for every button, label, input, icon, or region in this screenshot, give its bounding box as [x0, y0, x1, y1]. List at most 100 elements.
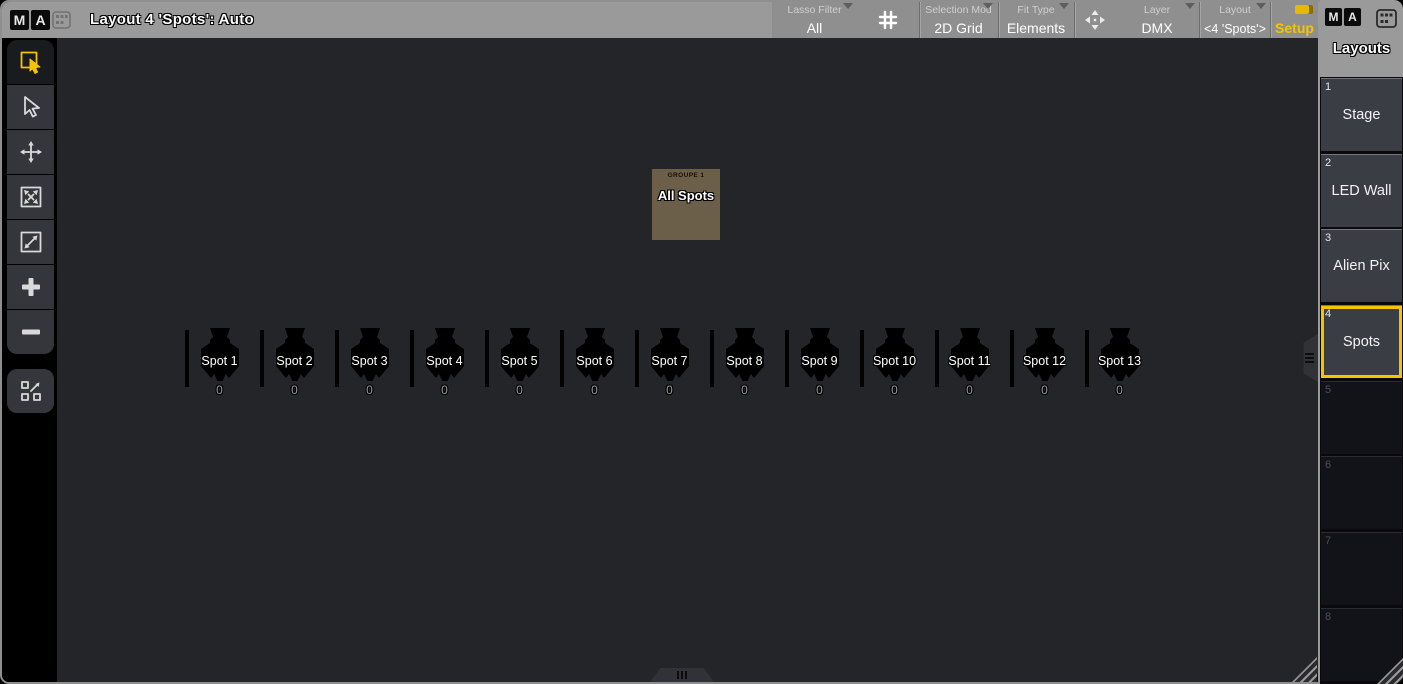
- group-box-all-spots[interactable]: GROUPE 1 All Spots: [652, 169, 720, 240]
- pool-item-number: 1: [1325, 81, 1331, 93]
- plus-icon: [18, 274, 44, 300]
- pool-item-label: LED Wall: [1321, 183, 1402, 199]
- setup-button[interactable]: Setup: [1271, 2, 1318, 38]
- fixture-name: Spot 11: [932, 354, 1007, 368]
- ma-logo-a: A: [31, 10, 50, 30]
- fixture[interactable]: Spot 2 0: [257, 327, 332, 402]
- minus-icon: [18, 319, 44, 345]
- fixture[interactable]: Spot 8 0: [707, 327, 782, 402]
- move-tool-button[interactable]: [7, 130, 54, 174]
- fixture[interactable]: Spot 3 0: [332, 327, 407, 402]
- group-box-label: All Spots: [652, 188, 720, 203]
- setup-button-label: Setup: [1275, 20, 1314, 36]
- pool-item-number: 8: [1325, 611, 1331, 623]
- pool-item-number: 4: [1325, 308, 1331, 320]
- sidebar-title: Layouts: [1320, 40, 1403, 57]
- fixture-value: 0: [782, 383, 857, 397]
- fixture[interactable]: Spot 12 0: [1007, 327, 1082, 402]
- fixture[interactable]: Spot 9 0: [782, 327, 857, 402]
- fixture-value: 0: [1007, 383, 1082, 397]
- zoom-out-button[interactable]: [7, 310, 54, 354]
- layout-pool-item[interactable]: 3 Alien Pix: [1321, 229, 1402, 302]
- ma-logo: M A: [10, 10, 50, 30]
- fixture-name: Spot 1: [182, 354, 257, 368]
- lasso-grid-button[interactable]: [857, 2, 919, 38]
- layout-pool-item[interactable]: 4 Spots: [1321, 305, 1402, 378]
- layout-window: M A Layout 4 'Spots': Auto Lasso Filter …: [0, 0, 1403, 684]
- fixture-value: 0: [857, 383, 932, 397]
- pan-mode-button[interactable]: [1075, 2, 1115, 38]
- window-resize-grip[interactable]: [1291, 657, 1317, 683]
- fixture-name: Spot 7: [632, 354, 707, 368]
- right-panel-handle[interactable]: [1301, 334, 1318, 382]
- fixture[interactable]: Spot 11 0: [932, 327, 1007, 402]
- diagonal-arrow-box-icon: [18, 229, 44, 255]
- selection-mode-dropdown[interactable]: Selection Mod 2D Grid: [920, 2, 997, 38]
- fixture-name: Spot 12: [1007, 354, 1082, 368]
- fixture[interactable]: Spot 5 0: [482, 327, 557, 402]
- fixture-value: 0: [482, 383, 557, 397]
- fixture-name: Spot 6: [557, 354, 632, 368]
- fixture-value: 0: [632, 383, 707, 397]
- group-box-header: GROUPE 1: [652, 169, 720, 179]
- fixture[interactable]: Spot 4 0: [407, 327, 482, 402]
- pool-item-label: Alien Pix: [1321, 258, 1402, 274]
- arrange-squares-icon: [18, 378, 44, 404]
- select-box-tool-button[interactable]: [7, 40, 54, 84]
- scale-tool-button[interactable]: [7, 220, 54, 264]
- dpad-move-icon: [1082, 7, 1108, 33]
- fit-type-value: Elements: [999, 20, 1073, 36]
- fixture[interactable]: Spot 1 0: [182, 327, 257, 402]
- layouts-sidebar: M A Layouts 1 Stage 2 LED Wall 3 Alien P…: [1320, 0, 1403, 684]
- expand-box-icon: [18, 184, 44, 210]
- layout-dropdown[interactable]: Layout <4 'Spots'>: [1200, 2, 1270, 38]
- pool-options-icon[interactable]: [1376, 9, 1397, 28]
- arrange-tool-button[interactable]: [7, 369, 54, 413]
- zoom-in-button[interactable]: [7, 265, 54, 309]
- chevron-down-icon: [1256, 3, 1266, 9]
- pool-item-number: 6: [1325, 459, 1331, 471]
- fixture-name: Spot 4: [407, 354, 482, 368]
- fixture-value: 0: [407, 383, 482, 397]
- lasso-filter-value: All: [772, 20, 857, 36]
- layout-canvas[interactable]: GROUPE 1 All Spots Spot 1 0 Spot 2: [57, 38, 1318, 684]
- layout-pool-item[interactable]: 7: [1321, 532, 1402, 605]
- fit-type-dropdown[interactable]: Fit Type Elements: [999, 2, 1073, 38]
- move-arrows-icon: [18, 139, 44, 165]
- pool-item-number: 5: [1325, 384, 1331, 396]
- encoder-bar: Lasso Filter All Selection Mod 2D Grid: [772, 2, 1318, 38]
- fixture[interactable]: Spot 6 0: [557, 327, 632, 402]
- left-toolbar: [2, 38, 57, 684]
- fixture[interactable]: Spot 10 0: [857, 327, 932, 402]
- pool-item-number: 7: [1325, 535, 1331, 547]
- chevron-down-icon: [843, 3, 853, 9]
- pool-item-number: 3: [1325, 232, 1331, 244]
- sidebar-header: M A Layouts: [1320, 0, 1403, 77]
- window-title: Layout 4 'Spots': Auto: [90, 2, 254, 38]
- layout-pool-item[interactable]: 1 Stage: [1321, 78, 1402, 151]
- fixture-value: 0: [257, 383, 332, 397]
- layer-dropdown[interactable]: Layer DMX: [1115, 2, 1199, 38]
- layout-pool-item[interactable]: 6: [1321, 456, 1402, 529]
- chevron-down-icon: [983, 3, 993, 9]
- pointer-tool-button[interactable]: [7, 85, 54, 129]
- pool-item-label: Stage: [1321, 107, 1402, 123]
- layout-pool-item[interactable]: 5: [1321, 381, 1402, 454]
- chevron-down-icon: [1185, 3, 1195, 9]
- fixture[interactable]: Spot 13 0: [1082, 327, 1157, 402]
- pool-item-label: Spots: [1321, 334, 1402, 350]
- fixture[interactable]: Spot 7 0: [632, 327, 707, 402]
- fixture-name: Spot 9: [782, 354, 857, 368]
- layout-pool-item[interactable]: 8: [1321, 608, 1402, 681]
- ma-logo-m: M: [1325, 8, 1342, 26]
- fixture-value: 0: [557, 383, 632, 397]
- bottom-panel-handle[interactable]: [650, 668, 714, 682]
- window-options-icon[interactable]: [52, 11, 71, 29]
- ma-logo-a: A: [1344, 8, 1361, 26]
- layout-value: <4 'Spots'>: [1200, 22, 1270, 36]
- fit-view-tool-button[interactable]: [7, 175, 54, 219]
- lasso-filter-dropdown[interactable]: Lasso Filter All: [772, 2, 857, 38]
- fixture-name: Spot 3: [332, 354, 407, 368]
- layout-pool-item[interactable]: 2 LED Wall: [1321, 154, 1402, 227]
- select-box-cursor-icon: [18, 49, 44, 75]
